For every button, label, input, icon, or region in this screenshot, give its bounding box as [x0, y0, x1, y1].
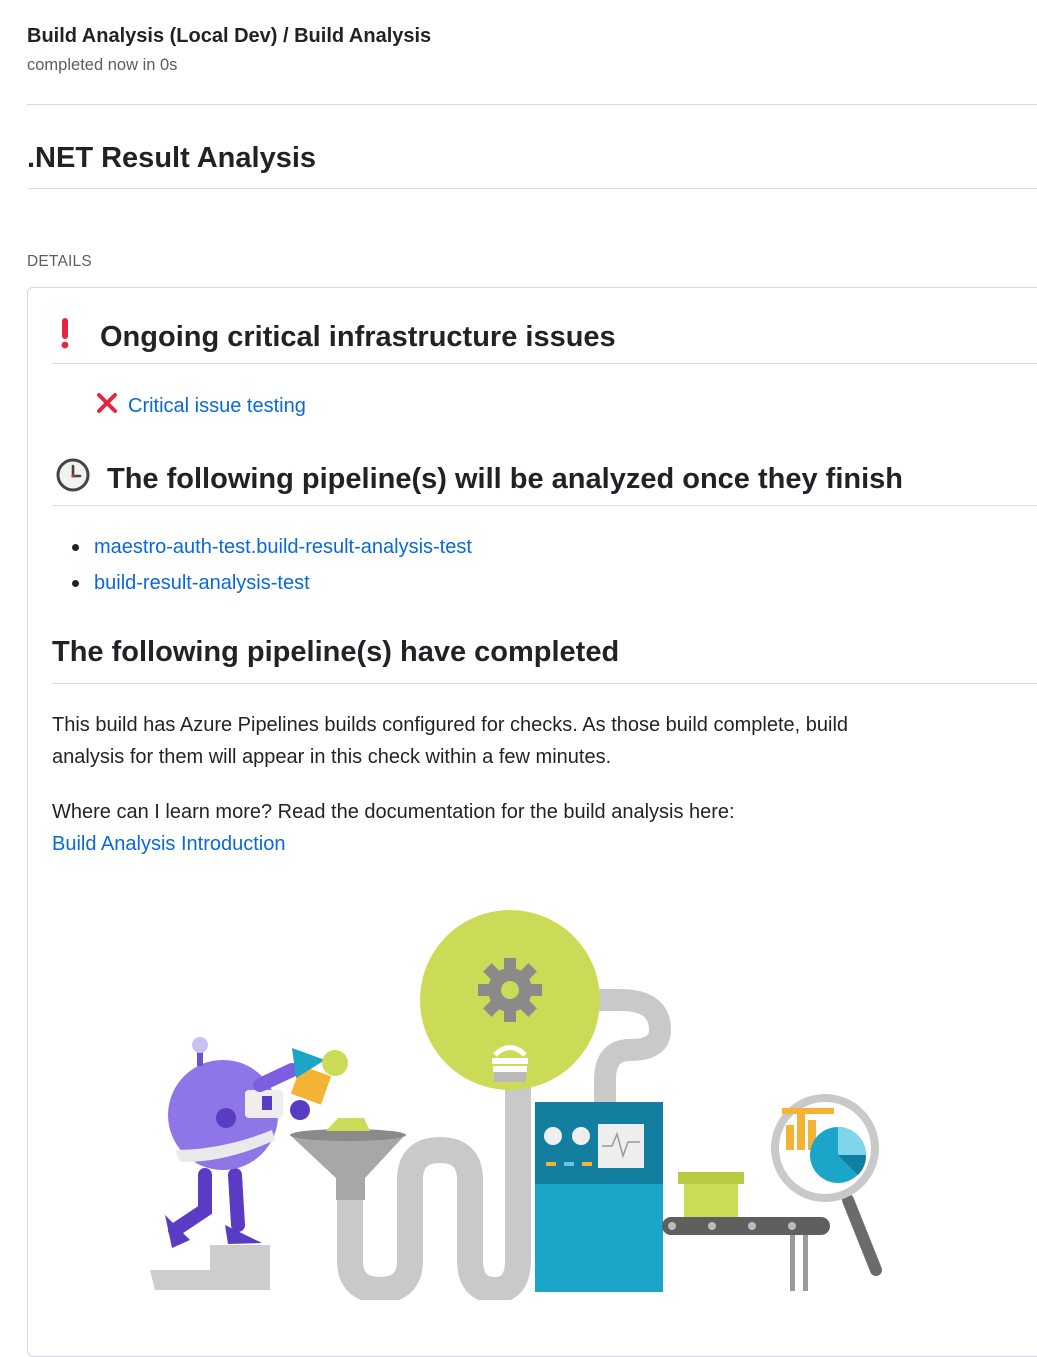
details-label: DETAILS [27, 253, 92, 270]
build-analysis-illustration [150, 910, 890, 1304]
completed-pipelines-heading: The following pipeline(s) have completed [52, 636, 619, 669]
learn-more-text: Where can I learn more? Read the documen… [52, 796, 872, 860]
list-item: build-result-analysis-test [72, 569, 472, 605]
critical-divider [52, 363, 1037, 364]
pending-divider [52, 505, 1037, 506]
critical-issue-item: Critical issue testing [96, 392, 306, 420]
exclamation-icon [58, 316, 100, 358]
critical-heading-text: Ongoing critical infrastructure issues [100, 320, 616, 353]
completed-heading-text: The following pipeline(s) have completed [52, 636, 620, 668]
pending-pipelines-heading: The following pipeline(s) will be analyz… [52, 457, 903, 501]
header-subtitle: completed now in 0s [27, 56, 178, 74]
pipeline-link[interactable]: maestro-auth-test.build-result-analysis-… [94, 536, 472, 558]
header-divider [27, 104, 1037, 105]
completed-description: This build has Azure Pipelines builds co… [52, 714, 849, 768]
page-title: .NET Result Analysis [27, 142, 317, 174]
build-analysis-intro-link[interactable]: Build Analysis Introduction [52, 833, 285, 855]
pending-heading-text: The following pipeline(s) will be analyz… [107, 462, 903, 495]
critical-issues-heading: Ongoing critical infrastructure issues [52, 316, 616, 358]
list-item: maestro-auth-test.build-result-analysis-… [72, 533, 472, 569]
title-divider [27, 188, 1037, 189]
completed-divider [52, 683, 1037, 684]
learn-more-label: Where can I learn more? Read the documen… [52, 801, 735, 823]
pending-pipeline-list: maestro-auth-test.build-result-analysis-… [72, 533, 472, 605]
critical-issue-link[interactable]: Critical issue testing [128, 395, 306, 418]
pipeline-link[interactable]: build-result-analysis-test [94, 572, 310, 594]
cross-icon [96, 392, 128, 420]
header-title: Build Analysis (Local Dev) / Build Analy… [27, 25, 432, 47]
clock-icon [55, 457, 107, 501]
